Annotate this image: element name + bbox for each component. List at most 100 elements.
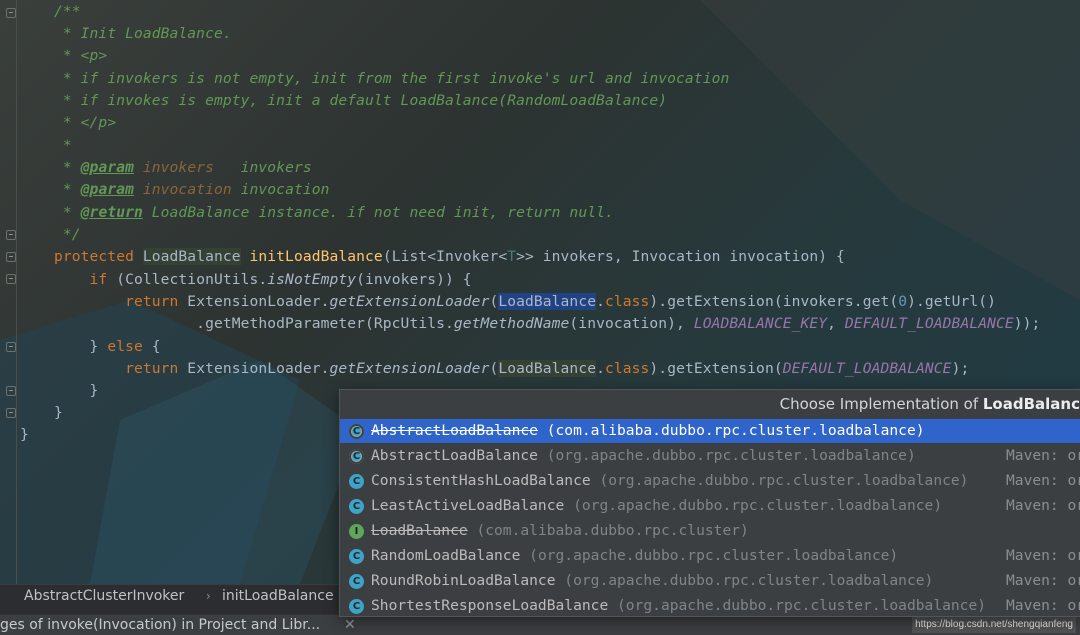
- code-line[interactable]: * if invokes is empty, init a default Lo…: [54, 90, 667, 112]
- code-line[interactable]: * if invokers is not empty, init from th…: [54, 68, 729, 90]
- code-token: }: [20, 426, 29, 443]
- code-token: LoadBalance instance. if not need init, …: [142, 204, 614, 221]
- close-icon[interactable]: ✕: [344, 615, 356, 635]
- code-line[interactable]: * <p>: [54, 45, 107, 67]
- popup-title-class: LoadBalanc: [982, 395, 1080, 413]
- code-token: (CollectionUtils.: [107, 271, 268, 288]
- fold-marker[interactable]: [6, 342, 16, 352]
- implementation-package: (org.apache.dubbo.rpc.cluster.loadbalanc…: [520, 547, 899, 564]
- code-token: invocation: [231, 181, 330, 198]
- class-icon: C: [349, 599, 364, 614]
- code-token: *: [54, 137, 72, 154]
- code-token: ).getExtension(invokers.get(: [649, 293, 899, 310]
- breadcrumb-method[interactable]: initLoadBalance: [222, 585, 334, 607]
- code-token: *: [54, 181, 81, 198]
- abstract-class-icon: C: [349, 424, 364, 439]
- watermark: https://blog.csdn.net/shengqianfeng: [912, 616, 1076, 633]
- code-line[interactable]: * Init LoadBalance.: [54, 23, 232, 45]
- implementation-class-name: RoundRobinLoadBalance: [371, 572, 556, 589]
- code-line[interactable]: .getMethodParameter(RpcUtils.getMethodNa…: [54, 313, 1040, 335]
- code-line[interactable]: */: [54, 224, 81, 246]
- implementation-item[interactable]: I LoadBalance (com.alibaba.dubbo.rpc.clus…: [340, 519, 1080, 543]
- interface-icon: I: [349, 524, 364, 539]
- abstract-class-icon: C: [349, 449, 364, 464]
- code-token: }: [54, 382, 99, 399]
- code-token: invokers: [213, 159, 312, 176]
- code-line[interactable]: * </p>: [54, 112, 116, 134]
- implementation-item[interactable]: C RoundRobinLoadBalance (org.apache.dubbo…: [340, 569, 1080, 593]
- implementation-label: ConsistentHashLoadBalance (org.apache.du…: [371, 469, 968, 493]
- implementation-label: RoundRobinLoadBalance (org.apache.dubbo.…: [371, 569, 933, 593]
- code-token: * </p>: [54, 114, 117, 131]
- implementation-package: (com.alibaba.dubbo.rpc.cluster): [467, 522, 749, 539]
- code-token: getMethodName: [453, 315, 570, 332]
- code-line[interactable]: }: [20, 424, 29, 446]
- implementation-class-name: LoadBalance: [371, 522, 468, 539]
- code-token: getExtensionLoader: [329, 293, 490, 310]
- code-token: (List<Invoker<: [382, 248, 508, 265]
- fold-marker[interactable]: [6, 274, 16, 284]
- code-token: invocation: [134, 181, 232, 198]
- implementation-label: ShortestResponseLoadBalance (org.apache.…: [371, 594, 986, 616]
- code-line[interactable]: if (CollectionUtils.isNotEmpty(invokers)…: [54, 269, 472, 291]
- fold-marker[interactable]: [6, 408, 16, 418]
- implementation-source: Maven: or: [1006, 597, 1080, 614]
- implementation-source: Maven: or: [1006, 472, 1080, 489]
- code-line[interactable]: * @param invokers invokers: [54, 157, 312, 179]
- fold-marker[interactable]: [6, 230, 16, 240]
- code-token: T: [507, 248, 517, 265]
- code-token: (invokers)) {: [356, 271, 472, 288]
- code-line[interactable]: * @return LoadBalance instance. if not n…: [54, 202, 614, 224]
- code-token: >> invokers, Invocation invocation) {: [516, 248, 845, 265]
- class-icon: C: [349, 499, 364, 514]
- fold-marker[interactable]: [6, 386, 16, 396]
- code-token: ExtensionLoader.: [178, 293, 330, 310]
- breadcrumb-separator: ›: [206, 589, 211, 603]
- code-token: return: [125, 293, 179, 310]
- fold-marker[interactable]: [6, 8, 16, 18]
- implementation-class-name: AbstractLoadBalance: [371, 447, 538, 464]
- code-line[interactable]: *: [54, 135, 72, 157]
- code-line[interactable]: /**: [54, 1, 81, 23]
- breadcrumb-class[interactable]: AbstractClusterInvoker: [24, 585, 184, 607]
- code-token: {: [142, 338, 161, 355]
- implementation-package: (org.apache.dubbo.rpc.cluster.loadbalanc…: [564, 497, 943, 514]
- implementation-item[interactable]: C RandomLoadBalance (org.apache.dubbo.rpc…: [340, 544, 1080, 568]
- implementation-item[interactable]: C AbstractLoadBalance (org.apache.dubbo.r…: [340, 444, 1080, 468]
- code-token: protected: [54, 248, 143, 265]
- code-token: * <p>: [54, 47, 108, 64]
- code-line[interactable]: }: [54, 380, 99, 402]
- class-icon: C: [349, 574, 364, 589]
- code-line[interactable]: }: [54, 402, 63, 424]
- code-token: class: [604, 360, 650, 377]
- implementation-item[interactable]: C LeastActiveLoadBalance (org.apache.dubb…: [340, 494, 1080, 518]
- code-line[interactable]: return ExtensionLoader.getExtensionLoade…: [54, 358, 969, 380]
- implementation-label: AbstractLoadBalance (com.alibaba.dubbo.r…: [371, 419, 925, 443]
- code-line[interactable]: return ExtensionLoader.getExtensionLoade…: [54, 291, 996, 313]
- implementation-source: Maven: or: [1006, 447, 1080, 464]
- code-token: initLoadBalance: [249, 248, 383, 265]
- popup-title: Choose Implementation of LoadBalanc: [780, 393, 1080, 415]
- code-token: (invocation),: [569, 315, 694, 332]
- code-token: );: [951, 360, 970, 377]
- implementation-package: (com.alibaba.dubbo.rpc.cluster.loadbalan…: [537, 422, 925, 439]
- code-token: DEFAULT_LOADBALANCE: [782, 360, 952, 377]
- code-token: DEFAULT_LOADBALANCE: [844, 315, 1014, 332]
- implementation-item[interactable]: C ConsistentHashLoadBalance (org.apache.d…: [340, 469, 1080, 493]
- code-token: *: [54, 204, 81, 221]
- code-token: ).getExtension(: [649, 360, 783, 377]
- code-token: (: [489, 293, 499, 310]
- code-line[interactable]: } else {: [54, 336, 161, 358]
- code-token: getExtensionLoader: [329, 360, 490, 377]
- implementation-item[interactable]: C AbstractLoadBalance (com.alibaba.dubbo.…: [340, 419, 1080, 443]
- implementation-item[interactable]: C ShortestResponseLoadBalance (org.apache…: [340, 594, 1080, 616]
- code-token: LoadBalance: [498, 293, 597, 310]
- popup-title-prefix: Choose Implementation of: [779, 395, 983, 413]
- code-line[interactable]: protected LoadBalance initLoadBalance(Li…: [54, 246, 845, 268]
- code-token: ).getUrl(): [907, 293, 997, 310]
- code-line[interactable]: * @param invocation invocation: [54, 179, 330, 201]
- code-token: * if invokes is empty, init a default Lo…: [54, 92, 668, 109]
- code-token: LoadBalance: [498, 360, 597, 377]
- fold-marker[interactable]: [6, 252, 16, 262]
